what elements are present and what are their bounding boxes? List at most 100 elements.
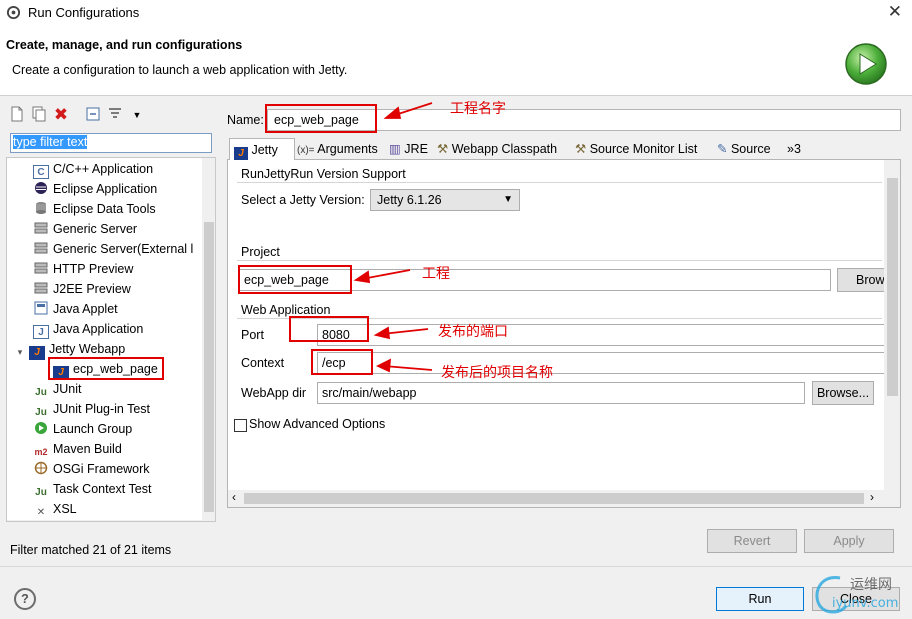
tab-source[interactable]: ✎ Source	[715, 138, 771, 160]
scroll-thumb[interactable]	[204, 222, 214, 512]
server-icon	[33, 241, 49, 255]
launch-group-icon	[33, 421, 49, 435]
c-app-icon: C	[33, 165, 49, 179]
context-input[interactable]: /ecp	[317, 352, 897, 374]
config-type-tree: C C/C++ Application Eclipse Application E…	[6, 157, 216, 522]
variable-icon: (x)=	[297, 145, 315, 156]
tree-item[interactable]: Ju JUnit	[33, 380, 81, 398]
scroll-thumb[interactable]	[887, 178, 898, 396]
tree-item[interactable]: OSGi Framework	[33, 460, 150, 478]
close-icon[interactable]: ✕	[888, 2, 902, 22]
new-config-icon[interactable]	[8, 106, 26, 124]
tree-item[interactable]: Ju JUnit Plug-in Test	[33, 400, 150, 418]
tree-item[interactable]: Eclipse Data Tools	[33, 200, 156, 218]
version-label: Select a Jetty Version:	[241, 193, 365, 207]
chevron-down-icon[interactable]: ▾	[15, 345, 25, 359]
tree-item[interactable]: Launch Group	[33, 420, 132, 438]
chevron-left-icon[interactable]: ‹	[232, 490, 236, 504]
watermark-logo: 运维网 iyunv.com	[810, 572, 910, 618]
collapse-all-icon[interactable]	[84, 106, 102, 124]
tab-overflow[interactable]: »3	[785, 138, 801, 160]
annotation-project: 工程	[422, 266, 450, 282]
watermark-en: iyunv.com	[832, 596, 899, 611]
tab-jre[interactable]: ▥ JRE	[387, 138, 428, 160]
tree-vertical-scrollbar[interactable]	[202, 158, 215, 520]
tree-item[interactable]: HTTP Preview	[33, 260, 133, 278]
tab-arguments[interactable]: (x)= Arguments	[295, 138, 378, 160]
separator	[237, 182, 882, 183]
webapp-dir-input[interactable]: src/main/webapp	[317, 382, 805, 404]
chevron-left-icon[interactable]: ‹	[12, 518, 16, 521]
tab-webapp-classpath[interactable]: ⚒ Webapp Classpath	[435, 138, 557, 160]
tree-item[interactable]: Java Applet	[33, 300, 118, 318]
tree-item[interactable]: C C/C++ Application	[33, 160, 153, 179]
tree-item[interactable]: J Java Application	[33, 320, 143, 339]
run-button[interactable]: Run	[716, 587, 804, 611]
show-advanced-label: Show Advanced Options	[249, 417, 386, 431]
delete-config-icon[interactable]: ✖	[52, 106, 70, 124]
chevron-down-icon[interactable]: ▼	[128, 106, 146, 124]
jre-icon: ▥	[389, 142, 401, 156]
dialog-header: Create, manage, and run configurations C…	[0, 26, 912, 96]
webapp-dir-browse-button[interactable]: Browse...	[812, 381, 874, 405]
jetty-version-select[interactable]: Jetty 6.1.26 ▼	[370, 189, 520, 211]
name-label: Name:	[227, 113, 264, 127]
eclipse-icon	[33, 181, 49, 195]
data-tools-icon	[33, 201, 49, 215]
scroll-thumb[interactable]	[244, 493, 864, 504]
annotation-project-name: 工程名字	[450, 101, 506, 117]
server-icon	[33, 281, 49, 295]
xsl-icon: ✕	[36, 507, 46, 518]
panel-vertical-scrollbar[interactable]	[884, 160, 900, 490]
window-title: Run Configurations	[28, 5, 140, 20]
context-label: Context	[241, 356, 285, 370]
junit-icon: Ju	[35, 387, 47, 398]
annotation-port: 发布的端口	[438, 324, 508, 340]
project-group-title: Project	[241, 245, 280, 259]
source-icon: ✎	[717, 142, 728, 156]
gear-icon	[6, 5, 21, 20]
tree-item[interactable]: Eclipse Application	[33, 180, 157, 198]
tree-item[interactable]: Ju Task Context Test	[33, 480, 151, 498]
separator	[237, 260, 882, 261]
tree-item[interactable]: m2 Maven Build	[33, 440, 121, 458]
apply-button[interactable]: Apply	[804, 529, 894, 553]
webapp-dir-label: WebApp dir	[241, 386, 307, 400]
jetty-icon: J	[234, 147, 248, 161]
highlight-context	[311, 349, 373, 375]
tree-item[interactable]: ✕ XSL	[33, 500, 77, 518]
tree-item[interactable]: Generic Server(External l	[33, 240, 193, 258]
tree-item[interactable]: ▾ J Jetty Webapp	[15, 340, 125, 360]
tab-jetty[interactable]: J Jetty	[229, 138, 295, 161]
footer-separator	[0, 566, 912, 567]
osgi-icon	[33, 461, 49, 475]
classpath-icon: ⚒	[437, 142, 449, 156]
webapp-group-title: Web Application	[241, 303, 331, 317]
source-monitor-icon: ⚒	[575, 142, 587, 156]
version-group-title: RunJettyRun Version Support	[241, 167, 406, 181]
tree-item[interactable]: Generic Server	[33, 220, 137, 238]
duplicate-config-icon[interactable]	[30, 106, 48, 124]
server-icon	[33, 221, 49, 235]
revert-button[interactable]: Revert	[707, 529, 797, 553]
applet-icon	[33, 301, 49, 315]
annotation-context: 发布后的项目名称	[441, 365, 553, 381]
help-icon[interactable]: ?	[14, 588, 36, 610]
config-tabs: J Jetty (x)= Arguments ▥ JRE ⚒ Webapp Cl…	[227, 138, 901, 161]
port-input[interactable]: 8080	[317, 324, 897, 346]
highlight-tree-item	[48, 357, 164, 380]
panel-horizontal-scrollbar[interactable]: ‹ ›	[228, 490, 900, 507]
header-title: Create, manage, and run configurations	[6, 38, 243, 52]
title-bar: Run Configurations ✕	[0, 0, 912, 26]
show-advanced-checkbox[interactable]	[234, 419, 247, 432]
chevron-right-icon[interactable]: ›	[183, 518, 187, 521]
highlight-name	[265, 104, 377, 133]
chevron-right-icon[interactable]: ›	[870, 490, 874, 504]
watermark-cn: 运维网	[850, 577, 892, 593]
tree-horizontal-scrollbar[interactable]: ‹ ›	[7, 518, 215, 521]
filter-input[interactable]: type filter text	[10, 133, 212, 153]
tree-item[interactable]: J2EE Preview	[33, 280, 131, 298]
chevron-down-icon: ▼	[503, 194, 513, 205]
filter-config-icon[interactable]	[106, 106, 124, 124]
tab-source-monitor-list[interactable]: ⚒ Source Monitor List	[573, 138, 697, 160]
